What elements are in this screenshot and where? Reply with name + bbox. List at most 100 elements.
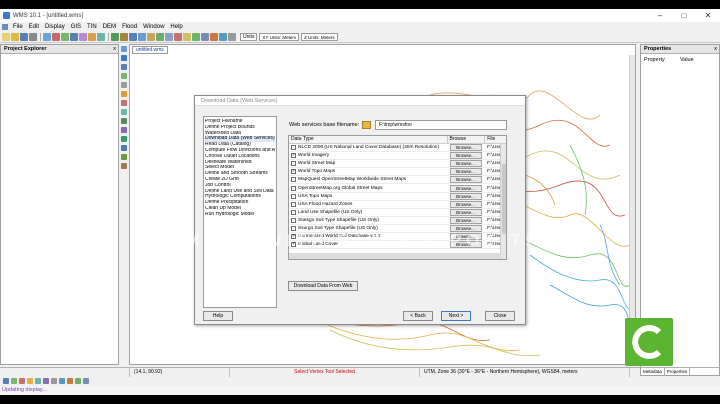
bottom-tool-3-icon[interactable]: [19, 378, 25, 384]
table-row[interactable]: USA Flood Hazard Zones Browse... F:\Use: [289, 200, 506, 209]
new-file-icon[interactable]: [2, 33, 10, 41]
pan-tool-icon[interactable]: [120, 73, 127, 79]
zoom-tool-icon[interactable]: [120, 64, 127, 70]
menu-help[interactable]: Help: [167, 24, 185, 30]
table-row[interactable]: USA Topo Maps Browse... F:\Use: [289, 192, 506, 201]
menu-gis[interactable]: GIS: [68, 24, 84, 30]
basin-tool-icon[interactable]: [120, 145, 127, 151]
open-folder-icon[interactable]: [11, 33, 19, 41]
properties-close-button[interactable]: x: [714, 45, 719, 53]
tin-module-icon[interactable]: [111, 33, 119, 41]
lighting-icon[interactable]: [88, 33, 96, 41]
menu-edit[interactable]: Edit: [26, 24, 42, 30]
table-row[interactable]: Land Use Shapefile (US Only) Browse... F:\…: [289, 208, 506, 217]
table-row[interactable]: OpenStreetMap.org Global Street Maps Brow…: [289, 184, 506, 193]
maximize-button[interactable]: □: [672, 9, 696, 22]
table-scroll-thumb[interactable]: [502, 164, 506, 234]
browse-button[interactable]: Browse...: [449, 144, 482, 152]
get-info-icon[interactable]: [97, 33, 105, 41]
table-row[interactable]: MapQuest OpenStreetMap Worldwide Street …: [289, 176, 506, 185]
gis-module-icon[interactable]: [174, 33, 182, 41]
minimize-button[interactable]: –: [648, 9, 672, 22]
bottom-tool-6-icon[interactable]: [43, 378, 49, 384]
back-button[interactable]: < Back: [403, 311, 433, 321]
document-menu-icon[interactable]: [2, 24, 8, 30]
create-arc-tool-icon[interactable]: [120, 109, 127, 115]
units-button[interactable]: Units: [240, 33, 258, 41]
tool-blue-icon[interactable]: [201, 33, 209, 41]
drainage-tool-icon[interactable]: [120, 154, 127, 160]
xy-units-field[interactable]: XY Units: Meters: [259, 33, 300, 41]
outlet-tool-icon[interactable]: [120, 136, 127, 142]
checkbox[interactable]: [291, 177, 296, 183]
checkbox[interactable]: [291, 217, 296, 223]
dem-module-icon[interactable]: [120, 33, 128, 41]
bottom-tool-1-icon[interactable]: [3, 378, 9, 384]
2d-grid-module-icon[interactable]: [156, 33, 164, 41]
vertex-tool-icon[interactable]: [120, 91, 127, 97]
arrow-tool-icon[interactable]: [120, 55, 127, 61]
z-units-field[interactable]: Z Units: Meters: [301, 33, 338, 41]
tool-teal-icon[interactable]: [219, 33, 227, 41]
select-tool-icon[interactable]: [120, 46, 127, 52]
browse-button[interactable]: Browse...: [449, 168, 482, 176]
river-module-icon[interactable]: [147, 33, 155, 41]
browse-button[interactable]: Browse...: [449, 176, 482, 184]
frame-icon[interactable]: [43, 33, 51, 41]
bottom-tool-8-icon[interactable]: [59, 378, 65, 384]
browse-button[interactable]: Browse...: [449, 200, 482, 208]
display-options-icon[interactable]: [79, 33, 87, 41]
browse-button[interactable]: Browse...: [449, 184, 482, 192]
rotate-icon[interactable]: [52, 33, 60, 41]
folder-browse-icon[interactable]: [362, 121, 371, 129]
help-button[interactable]: Help: [203, 311, 233, 321]
hydrologic-module-icon[interactable]: [138, 33, 146, 41]
checkbox[interactable]: [291, 145, 296, 151]
menu-display[interactable]: Display: [42, 24, 68, 30]
document-tab[interactable]: untitled.wms: [132, 46, 168, 54]
checkbox[interactable]: [291, 185, 296, 191]
select-arc-tool-icon[interactable]: [120, 118, 127, 124]
save-icon[interactable]: [20, 33, 28, 41]
close-window-button[interactable]: ✕: [696, 9, 720, 22]
checkbox[interactable]: [291, 209, 296, 215]
close-dialog-button[interactable]: Close: [485, 311, 515, 321]
print-icon[interactable]: [29, 33, 37, 41]
menu-tin[interactable]: TIN: [84, 24, 100, 30]
tool-orange-icon[interactable]: [210, 33, 218, 41]
tool-grey-icon[interactable]: [228, 33, 236, 41]
browse-button[interactable]: Browse...: [449, 152, 482, 160]
table-row[interactable]: ✓ World Imagery Browse... F:\Use: [289, 152, 506, 161]
checkbox[interactable]: [291, 193, 296, 199]
bottom-tool-4-icon[interactable]: [27, 378, 33, 384]
menu-file[interactable]: File: [10, 24, 26, 30]
bottom-tool-10-icon[interactable]: [75, 378, 81, 384]
browse-button[interactable]: Browse...: [449, 192, 482, 200]
menu-flood[interactable]: Flood: [119, 24, 140, 30]
menu-window[interactable]: Window: [140, 24, 167, 30]
bottom-tool-2-icon[interactable]: [11, 378, 17, 384]
project-explorer-close-button[interactable]: x: [113, 45, 118, 53]
contour-tool-icon[interactable]: [120, 163, 127, 169]
menu-dem[interactable]: DEM: [100, 24, 119, 30]
create-point-tool-icon[interactable]: [120, 100, 127, 106]
model-wrapper-icon[interactable]: [183, 33, 191, 41]
zoom-icon[interactable]: [70, 33, 78, 41]
table-row[interactable]: ✓ World Topo Maps Browse... F:\Use: [289, 168, 506, 177]
base-filename-input[interactable]: F:\tmp\wmsfoo: [375, 120, 507, 130]
pan-icon[interactable]: [61, 33, 69, 41]
download-data-button[interactable]: Download Data From Web: [288, 281, 358, 291]
browse-button[interactable]: Browse...: [449, 208, 482, 216]
next-button[interactable]: Next >: [441, 311, 471, 321]
table-row[interactable]: NLCD 2006 (US National Land Cover Databa…: [289, 144, 506, 153]
select-polygon-tool-icon[interactable]: [120, 127, 127, 133]
bottom-tool-7-icon[interactable]: [51, 378, 57, 384]
checkbox[interactable]: [291, 201, 296, 207]
tool-green-icon[interactable]: [192, 33, 200, 41]
frame-tool-icon[interactable]: [120, 82, 127, 88]
bottom-tool-5-icon[interactable]: [35, 378, 41, 384]
browse-button[interactable]: Browse...: [449, 216, 482, 224]
table-row[interactable]: World Street Map Browse... F:\Use: [289, 160, 506, 169]
table-row[interactable]: Statsgo Soil Type Shapefile (US Only) Bro…: [289, 216, 506, 225]
checkbox-checked[interactable]: ✓: [291, 153, 296, 159]
